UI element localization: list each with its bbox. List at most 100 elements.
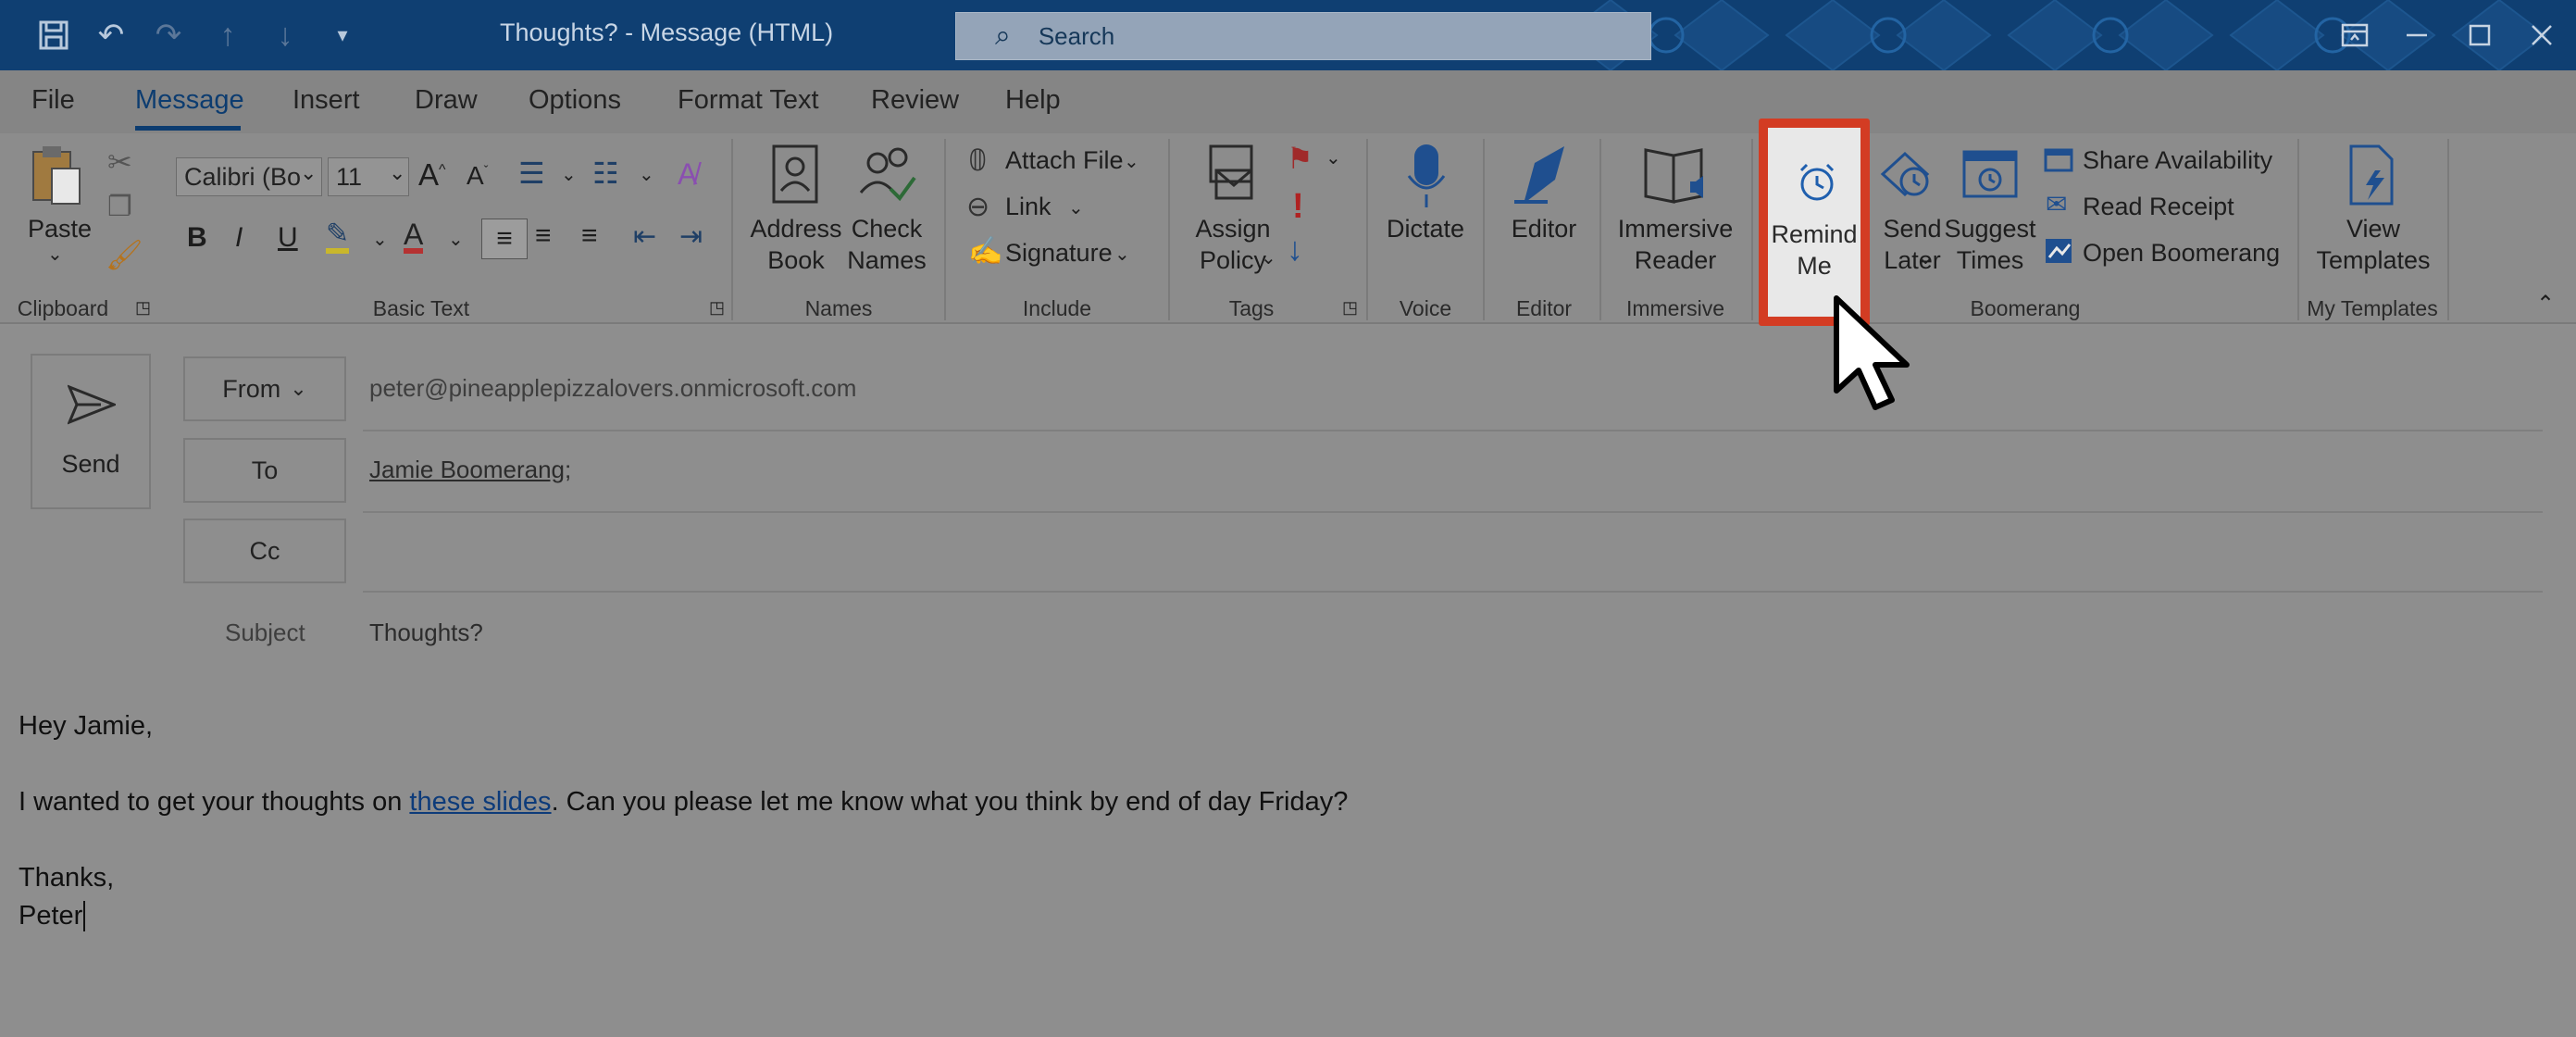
check-names-button[interactable]: Check Names xyxy=(840,213,933,276)
separator xyxy=(2297,139,2299,320)
subject-field[interactable]: Thoughts? xyxy=(369,618,483,647)
clear-formatting-icon[interactable]: A̸ xyxy=(678,157,697,192)
send-later-button[interactable]: Send Later xyxy=(1877,213,1948,276)
font-color-icon[interactable]: A xyxy=(404,219,424,254)
underline-icon[interactable]: U xyxy=(278,222,298,254)
align-left-icon[interactable]: ≡ xyxy=(481,219,528,259)
align-center-icon[interactable]: ≡ xyxy=(535,220,552,252)
format-painter-icon[interactable]: 🖌 xyxy=(106,237,143,272)
signature-dropdown-icon[interactable]: ⌄ xyxy=(1114,243,1130,266)
customize-icon[interactable]: ▾ xyxy=(320,13,365,57)
italic-icon[interactable]: I xyxy=(235,222,243,254)
attach-file-dropdown-icon[interactable]: ⌄ xyxy=(1124,150,1139,173)
open-boomerang-button[interactable]: Open Boomerang xyxy=(2083,239,2280,268)
suggest-times-button[interactable]: Suggest Times xyxy=(1944,213,2036,276)
copy-icon[interactable]: ❐ xyxy=(107,191,132,223)
signature-button[interactable]: Signature xyxy=(1005,239,1113,268)
ribbon: Paste ⌄ ✂ ❐ 🖌 Clipboard ◳ Calibri (Bo ⌄ … xyxy=(0,133,2576,324)
numbering-icon[interactable]: ☷ xyxy=(592,156,619,191)
increase-indent-icon[interactable]: ⇥ xyxy=(679,220,703,253)
bullets-icon[interactable]: ☰ xyxy=(518,156,545,191)
message-body[interactable]: Hey Jamie, I wanted to get your thoughts… xyxy=(0,685,2576,1037)
up-icon[interactable]: ↑ xyxy=(205,13,250,57)
link-icon[interactable]: ⊖ xyxy=(966,191,989,223)
separator xyxy=(1366,139,1368,320)
save-icon[interactable] xyxy=(31,13,76,57)
tab-format-text[interactable]: Format Text xyxy=(678,85,819,116)
cc-field[interactable] xyxy=(363,524,2543,589)
slides-link[interactable]: these slides xyxy=(409,787,551,817)
collapse-ribbon-icon[interactable]: ⌃ xyxy=(2536,291,2555,318)
address-book-icon xyxy=(772,144,818,204)
tab-file[interactable]: File xyxy=(31,85,75,116)
share-availability-icon[interactable] xyxy=(2044,146,2073,174)
open-boomerang-icon[interactable] xyxy=(2044,237,2073,265)
tab-message[interactable]: Message xyxy=(135,85,244,116)
shrink-font-icon[interactable]: Aˇ xyxy=(467,161,488,191)
basic-text-launcher-icon[interactable]: ◳ xyxy=(709,298,725,318)
grow-font-icon[interactable]: A^ xyxy=(418,157,446,193)
send-later-dropdown-icon[interactable]: ⌄ xyxy=(1918,246,1934,269)
font-size-dropdown-icon[interactable]: ⌄ xyxy=(389,161,405,185)
tab-review[interactable]: Review xyxy=(871,85,959,116)
boomerang-group-label: Boomerang xyxy=(1970,296,2081,320)
tab-help[interactable]: Help xyxy=(1005,85,1061,116)
font-name-dropdown-icon[interactable]: ⌄ xyxy=(300,161,317,185)
to-button[interactable]: To xyxy=(183,438,346,503)
down-icon[interactable]: ↓ xyxy=(263,13,307,57)
minimize-icon[interactable] xyxy=(2394,13,2440,57)
low-importance-icon[interactable]: ↓ xyxy=(1287,230,1303,269)
separator xyxy=(1483,139,1485,320)
highlight-icon[interactable]: ✎ xyxy=(326,220,350,254)
cut-icon[interactable]: ✂ xyxy=(107,144,132,180)
editor-button[interactable]: Editor xyxy=(1498,213,1590,244)
view-templates-icon xyxy=(2349,144,2394,206)
tags-launcher-icon[interactable]: ◳ xyxy=(1342,298,1358,318)
paste-button[interactable]: Paste xyxy=(28,213,92,244)
from-button[interactable]: From ⌄ xyxy=(183,356,346,421)
link-dropdown-icon[interactable]: ⌄ xyxy=(1068,196,1084,219)
separator xyxy=(1751,139,1753,320)
immersive-reader-button[interactable]: Immersive Reader xyxy=(1611,213,1740,276)
decrease-indent-icon[interactable]: ⇤ xyxy=(633,220,656,253)
to-recipient[interactable]: Jamie Boomerang xyxy=(369,456,565,483)
maximize-icon[interactable] xyxy=(2457,13,2503,57)
clipboard-launcher-icon[interactable]: ◳ xyxy=(135,298,151,318)
link-button[interactable]: Link xyxy=(1005,193,1052,221)
follow-up-flag-icon[interactable]: ⚑ xyxy=(1287,141,1313,176)
flag-dropdown-icon[interactable]: ⌄ xyxy=(1325,146,1341,169)
bullets-dropdown-icon[interactable]: ⌄ xyxy=(561,163,577,186)
assign-policy-dropdown-icon[interactable]: ⌄ xyxy=(1261,246,1276,269)
align-right-icon[interactable]: ≡ xyxy=(581,220,598,252)
read-receipt-icon[interactable]: ✉ xyxy=(2046,189,2067,219)
subject-label: Subject xyxy=(225,618,305,646)
dictate-button[interactable]: Dictate xyxy=(1379,213,1472,244)
numbering-dropdown-icon[interactable]: ⌄ xyxy=(639,163,654,186)
address-book-button[interactable]: Address Book xyxy=(750,213,842,276)
high-importance-icon[interactable]: ! xyxy=(1292,187,1304,227)
tab-insert[interactable]: Insert xyxy=(292,85,360,116)
to-field[interactable]: Jamie Boomerang; xyxy=(369,456,571,484)
alarm-clock-icon xyxy=(1799,163,1835,201)
bold-icon[interactable]: B xyxy=(187,222,207,254)
close-icon[interactable] xyxy=(2519,13,2565,57)
attach-file-icon[interactable]: 𝟘 xyxy=(968,143,987,178)
paste-dropdown-icon[interactable]: ⌄ xyxy=(47,243,63,266)
highlight-dropdown-icon[interactable]: ⌄ xyxy=(372,228,388,251)
share-availability-button[interactable]: Share Availability xyxy=(2083,146,2272,175)
search-box[interactable]: ⌕ Search xyxy=(955,12,1651,60)
signature-icon[interactable]: ✍ xyxy=(968,235,1002,268)
ribbon-display-icon[interactable] xyxy=(2332,13,2378,57)
attach-file-button[interactable]: Attach File xyxy=(1005,146,1124,175)
tab-options[interactable]: Options xyxy=(529,85,621,116)
read-receipt-button[interactable]: Read Receipt xyxy=(2083,193,2234,221)
send-button[interactable]: Send xyxy=(31,354,151,509)
field-divider xyxy=(363,591,2543,593)
view-templates-button[interactable]: View Templates xyxy=(2308,213,2438,276)
tab-draw[interactable]: Draw xyxy=(415,85,478,116)
redo-icon[interactable]: ↷ xyxy=(146,13,191,57)
send-label: Send xyxy=(61,450,120,478)
font-color-dropdown-icon[interactable]: ⌄ xyxy=(448,228,464,251)
undo-icon[interactable]: ↶ xyxy=(89,13,133,57)
cc-button[interactable]: Cc xyxy=(183,518,346,583)
